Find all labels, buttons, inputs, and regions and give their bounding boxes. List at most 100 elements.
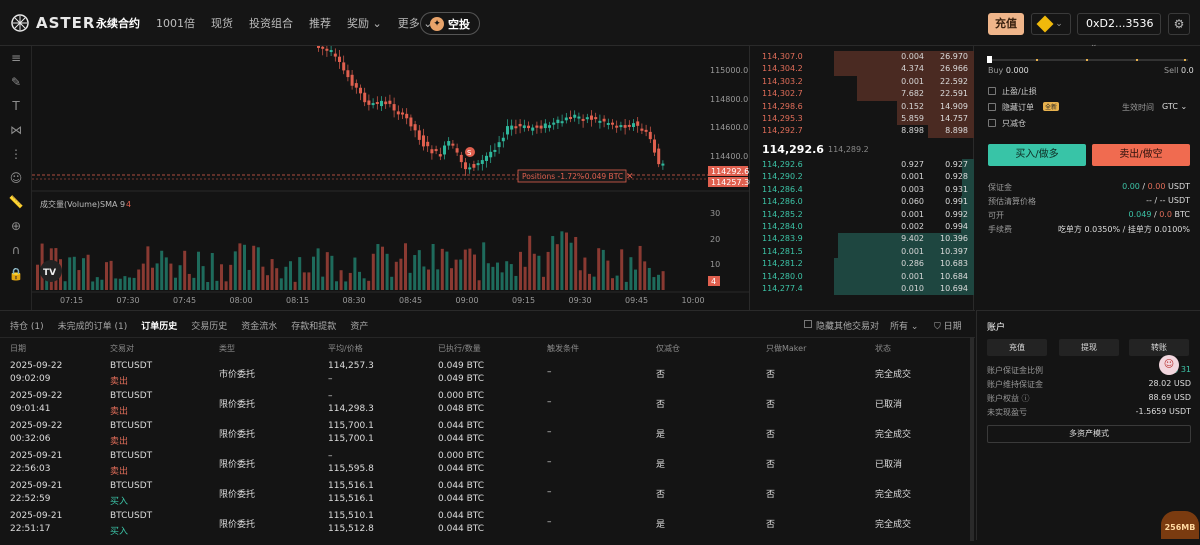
- table-row[interactable]: 2025-09-22 00:32:06 BTCUSDT 卖出 限价委托 115,700.1…: [0, 419, 975, 449]
- sell-short-button[interactable]: 卖出/做空: [1092, 144, 1190, 166]
- order-size-slider[interactable]: [988, 59, 1188, 61]
- volume-bar: [270, 259, 274, 290]
- deposit-button[interactable]: 充值: [988, 13, 1024, 35]
- slider-tick: [1086, 59, 1088, 61]
- scrollbar[interactable]: [970, 337, 974, 541]
- nav-perpetual[interactable]: 永续合约: [96, 15, 140, 31]
- table-row[interactable]: 2025-09-22 09:01:41 BTCUSDT 卖出 限价委托 – 114,298.…: [0, 389, 975, 419]
- ask-row[interactable]: 114,307.0 0.004 26.970: [752, 51, 974, 64]
- bid-row[interactable]: 114,281.2 0.286 10.683: [752, 258, 974, 271]
- nav-portfolio[interactable]: 投资组合: [249, 15, 293, 31]
- ask-row[interactable]: 114,302.7 7.682 22.591: [752, 88, 974, 101]
- order-total: 0.928: [945, 172, 968, 182]
- close-position-icon[interactable]: ✕: [626, 172, 634, 182]
- zoom-in-icon[interactable]: ⊕: [0, 214, 32, 238]
- ruler-icon[interactable]: 📏: [0, 190, 32, 214]
- magnet-icon[interactable]: ∩: [0, 238, 32, 262]
- tab-deposit-withdraw[interactable]: 存款和提款: [291, 319, 336, 332]
- tab-trade-history[interactable]: 交易历史: [191, 319, 227, 332]
- bid-row[interactable]: 114,292.6 0.927 0.927: [752, 159, 974, 172]
- hidden-order-checkbox[interactable]: [988, 103, 996, 111]
- aster-logo[interactable]: ASTER: [10, 13, 95, 33]
- bid-row[interactable]: 114,281.5 0.001 10.397: [752, 245, 974, 259]
- text-tool-icon[interactable]: T: [0, 94, 32, 118]
- cell-price: 115,595.8: [328, 464, 374, 474]
- bid-row[interactable]: 114,280.0 0.001 10.684: [752, 270, 974, 283]
- bid-row[interactable]: 114,286.0 0.060 0.991: [752, 196, 974, 209]
- nav-1001x[interactable]: 1001倍: [156, 15, 195, 31]
- price-tick: 114400.0: [710, 152, 748, 161]
- volume-bar: [463, 249, 467, 290]
- cell-pair: BTCUSDT: [110, 481, 153, 491]
- multi-asset-mode-button[interactable]: 多资产模式: [987, 425, 1191, 443]
- tab-funding[interactable]: 资金流水: [241, 319, 277, 332]
- info-icon[interactable]: ⓘ: [1022, 394, 1030, 403]
- time-tick: 10:00: [682, 296, 705, 305]
- drawing-toolbar: ≡ ✎ T ⋈ ⋮ ☺ 📏 ⊕ ∩ 🔒: [0, 46, 32, 310]
- volume-bar: [164, 257, 168, 290]
- nav-spot[interactable]: 现货: [211, 15, 233, 31]
- fib-icon[interactable]: ⋮: [0, 142, 32, 166]
- pattern-icon[interactable]: ⋈: [0, 118, 32, 142]
- tif-select[interactable]: GTC ⌄: [1162, 102, 1187, 111]
- bid-row[interactable]: 114,284.0 0.002 0.994: [752, 221, 974, 234]
- cell-type: 限价委托: [219, 400, 256, 410]
- table-row[interactable]: 2025-09-21 22:56:03 BTCUSDT 卖出 限价委托 – 115,595.…: [0, 449, 975, 479]
- tpsl-checkbox[interactable]: [988, 87, 996, 95]
- ask-row[interactable]: 114,298.6 0.152 14.909: [752, 100, 974, 113]
- tab-assets[interactable]: 资产: [350, 319, 368, 332]
- time-tick: 07:15: [60, 296, 83, 305]
- table-row[interactable]: 2025-09-22 09:02:09 BTCUSDT 卖出 市价委托 114,257.3…: [0, 359, 975, 389]
- wallet-button[interactable]: 0xD2...3536 ⌄: [1077, 13, 1161, 50]
- airdrop-button[interactable]: ✦ 空投: [420, 12, 480, 35]
- account-deposit-button[interactable]: 充值: [987, 339, 1047, 356]
- nav-referral[interactable]: 推荐: [309, 15, 331, 31]
- bid-row[interactable]: 114,286.4 0.003 0.931: [752, 183, 974, 197]
- time-tick: 09:45: [625, 296, 648, 305]
- settings-gear-icon[interactable]: ⚙: [1168, 13, 1190, 35]
- cell-type: 限价委托: [219, 520, 256, 530]
- brush-icon[interactable]: ✎: [0, 70, 32, 94]
- reduce-only-checkbox[interactable]: [988, 119, 996, 127]
- account-transfer-button[interactable]: 转账: [1129, 339, 1189, 356]
- tab-order-history[interactable]: 订单历史: [141, 319, 177, 332]
- main-nav: 永续合约 1001倍 现货 投资组合 推荐 奖励 ⌄ 更多 ⌄: [96, 15, 432, 31]
- hide-other-checkbox[interactable]: [804, 320, 812, 328]
- bid-row[interactable]: 114,285.2 0.001 0.992: [752, 208, 974, 221]
- order-total: 14.909: [940, 101, 968, 111]
- nav-rewards[interactable]: 奖励 ⌄: [347, 15, 382, 31]
- cell-reduce: 是: [656, 430, 666, 440]
- date-filter-button[interactable]: ⛉ 日期: [934, 319, 962, 332]
- account-withdraw-button[interactable]: 提现: [1059, 339, 1119, 356]
- table-row[interactable]: 2025-09-21 22:52:59 BTCUSDT 买入 限价委托 115,516.1…: [0, 479, 975, 509]
- bid-row[interactable]: 114,277.4 0.010 10.694: [752, 283, 974, 296]
- buy-long-button[interactable]: 买入/做多: [988, 144, 1086, 166]
- order-price: 114,286.0: [762, 197, 803, 207]
- ask-row[interactable]: 114,304.2 4.374 26.966: [752, 63, 974, 76]
- ask-row[interactable]: 114,303.2 0.001 22.592: [752, 75, 974, 89]
- table-row[interactable]: 2025-09-21 22:51:17 BTCUSDT 买入 限价委托 115,510.1…: [0, 509, 975, 539]
- volume-bar: [86, 254, 90, 290]
- filter-all-select[interactable]: 所有 ⌄: [890, 319, 918, 332]
- crosshair-lines-icon[interactable]: ≡: [0, 46, 32, 70]
- bid-row[interactable]: 114,283.9 9.402 10.396: [752, 233, 974, 246]
- lock-icon[interactable]: 🔒: [0, 262, 32, 286]
- ask-row[interactable]: 114,295.3 5.859 14.757: [752, 113, 974, 126]
- cell-reduce: 是: [656, 460, 666, 470]
- ask-row[interactable]: 114,292.7 8.898 8.898: [752, 125, 974, 138]
- order-qty: 8.898: [901, 126, 924, 136]
- order-price: 114,280.0: [762, 271, 803, 281]
- cell-time: 22:52:59: [10, 494, 51, 504]
- chain-selector[interactable]: ⌄: [1031, 13, 1071, 35]
- emoji-icon[interactable]: ☺: [0, 166, 32, 190]
- bid-row[interactable]: 114,290.2 0.001 0.928: [752, 171, 974, 184]
- candle: [623, 125, 627, 128]
- candlestick-chart[interactable]: 115000.0 114800.0 114600.0 114400.0 1142…: [32, 46, 750, 310]
- cell-status: 完全成交: [875, 370, 912, 380]
- tab-open-orders[interactable]: 未完成的订单 (1): [58, 319, 128, 332]
- candle: [602, 118, 606, 122]
- tab-positions[interactable]: 持仓 (1): [10, 319, 44, 332]
- slider-handle[interactable]: [987, 56, 992, 63]
- assistant-avatar-icon[interactable]: ☺: [1159, 355, 1179, 375]
- candle: [321, 46, 325, 49]
